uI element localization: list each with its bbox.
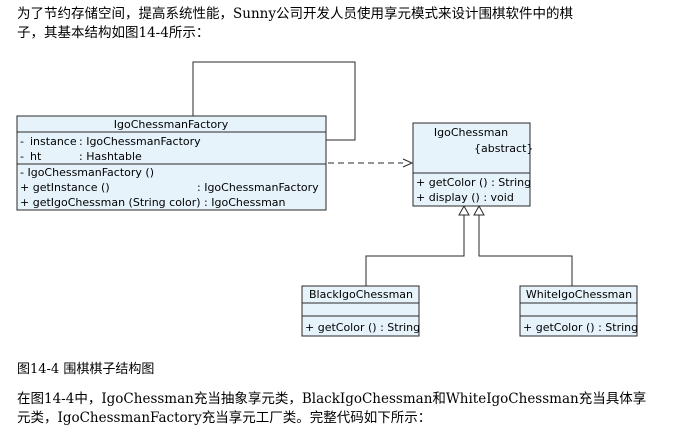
attr-instance-sign: - — [20, 135, 24, 148]
closing-paragraph: 在图14-4中，IgoChessman充当抽象享元类，BlackIgoChess… — [17, 390, 646, 428]
class-blackigochessman[interactable]: BlackIgoChessman + getColor () : String — [301, 285, 420, 337]
attr-instance-name: instance — [30, 135, 77, 148]
op-constructor: - IgoChessmanFactory () — [20, 166, 154, 179]
attr-ht-sign: - — [20, 150, 24, 163]
generalization-line-black — [365, 215, 465, 286]
class-igochessman[interactable]: IgoChessman {abstract} + getColor () : S… — [412, 122, 533, 207]
class-name-black: BlackIgoChessman — [309, 288, 413, 301]
generalization-arrowhead-white — [473, 204, 485, 216]
op-black-getcolor: + getColor () : String — [305, 321, 420, 334]
class-whiteigochessman[interactable]: WhiteIgoChessman + getColor () : String — [519, 285, 638, 337]
op-white-getcolor: + getColor () : String — [523, 321, 638, 334]
closing-line-1: 在图14-4中，IgoChessman充当抽象享元类，BlackIgoChess… — [17, 391, 647, 407]
attr-instance-type: : IgoChessmanFactory — [79, 135, 201, 148]
abstract-stereotype: {abstract} — [474, 142, 533, 155]
class-name-factory: IgoChessmanFactory — [114, 118, 229, 131]
figure-caption: 图14-4 围棋棋子结构图 — [17, 362, 155, 377]
class-name-igochessman: IgoChessman — [434, 126, 508, 139]
dependency-arrowhead — [402, 158, 414, 168]
op-getinstance: + getInstance () — [20, 181, 110, 194]
op-getcolor: + getColor () : String — [416, 176, 531, 189]
class-name-white: WhiteIgoChessman — [526, 288, 632, 301]
class-igochessmanfactory[interactable]: IgoChessmanFactory - instance : IgoChess… — [16, 115, 327, 211]
generalization-arrowhead-black — [458, 204, 470, 216]
attr-ht-name: ht — [30, 150, 42, 163]
closing-line-2: 元类，IgoChessmanFactory充当享元工厂类。完整代码如下所示： — [17, 410, 432, 426]
attr-ht-type: : Hashtable — [79, 150, 142, 163]
op-display: + display () : void — [416, 191, 514, 204]
op-getinstance-return: : IgoChessmanFactory — [197, 181, 319, 194]
generalization-line-white — [478, 215, 573, 286]
op-getigochessman: + getIgoChessman (String color) : IgoChe… — [20, 196, 286, 209]
